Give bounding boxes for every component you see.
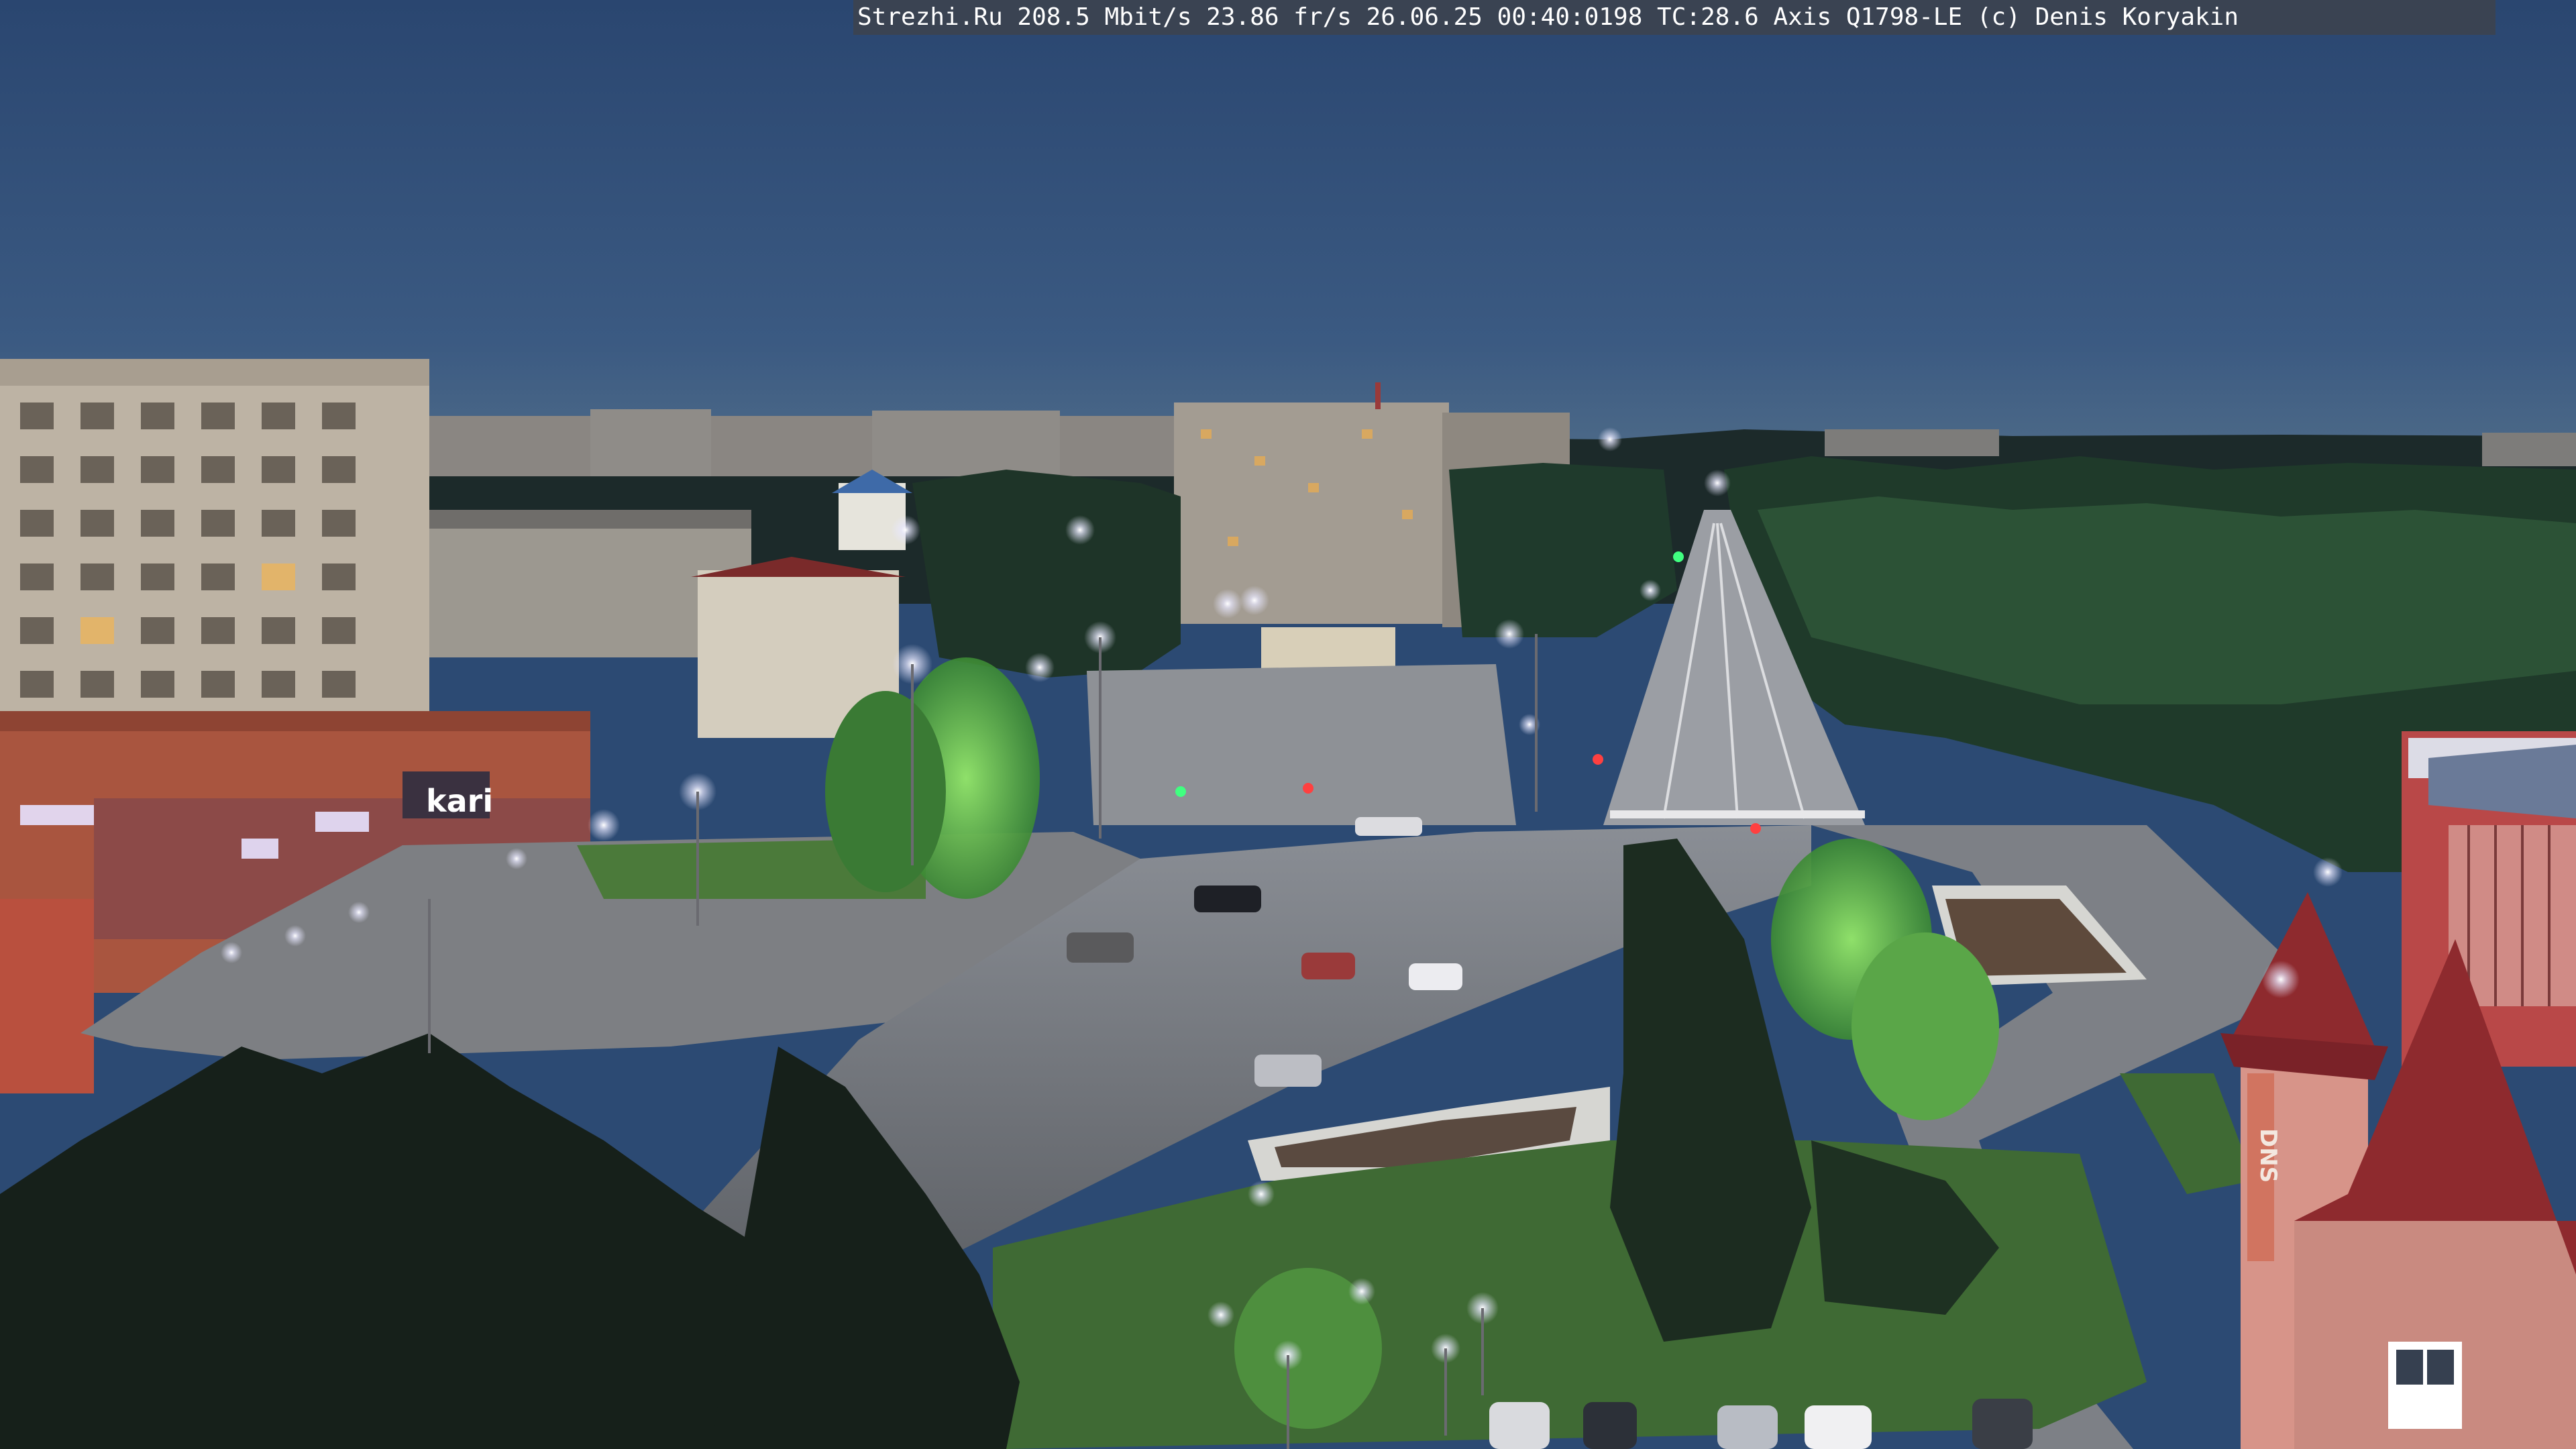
boulevard-trees-left xyxy=(912,470,1181,678)
right-building-sign: DNS xyxy=(2255,1128,2282,1183)
store-sign: kari xyxy=(426,783,493,819)
lower-lawn xyxy=(993,1140,2147,1449)
webcam-scene: kari DNS Strezhi.Ru 208.5 Mbit/s 23.86 f… xyxy=(0,0,2576,1449)
left-apartment-building xyxy=(0,359,429,755)
crosswalk xyxy=(1610,810,1865,818)
central-plaza xyxy=(1087,664,1516,825)
city-street-night-view: kari DNS xyxy=(0,0,2576,1449)
boulevard-trees-mid xyxy=(1449,463,1677,637)
right-lawn xyxy=(2120,1073,2254,1194)
camera-overlay-text: Strezhi.Ru 208.5 Mbit/s 23.86 fr/s 26.06… xyxy=(853,0,2496,35)
